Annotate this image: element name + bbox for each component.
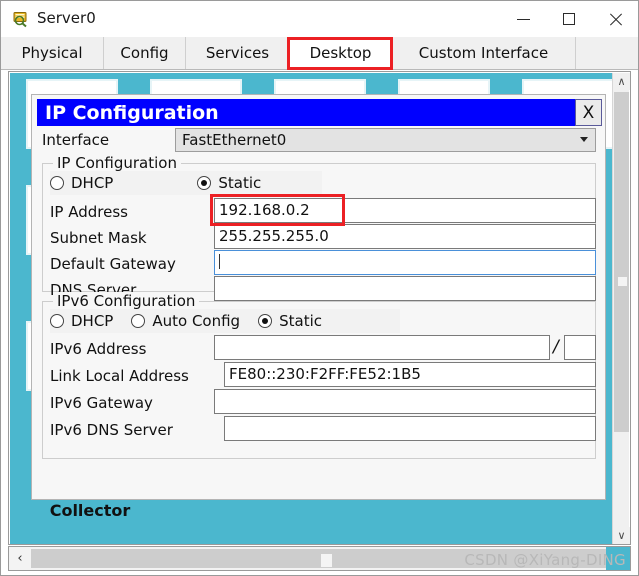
horizontal-scrollbar[interactable]: ‹ <box>8 546 631 571</box>
tab-label: Config <box>120 44 169 62</box>
scroll-left-icon[interactable]: ‹ <box>9 547 31 570</box>
ipv6-dhcp-radio[interactable] <box>50 314 64 328</box>
scrollbar-corner <box>606 547 630 570</box>
ipv6-autoconfig-label: Auto Config <box>152 312 241 330</box>
tab-label: Desktop <box>309 44 372 62</box>
ipv4-group-title: IP Configuration <box>53 154 181 172</box>
minimize-button[interactable] <box>500 1 546 37</box>
scrollbar-grip <box>618 277 627 286</box>
dialog-close-button[interactable]: X <box>575 99 602 126</box>
ipv6-prefix-input[interactable] <box>564 335 596 360</box>
ipv4-static-label: Static <box>218 174 262 192</box>
ipv6-address-input[interactable] <box>214 335 550 360</box>
link-local-address-label: Link Local Address <box>50 367 189 385</box>
tab-config[interactable]: Config <box>104 37 186 69</box>
default-gateway-label: Default Gateway <box>50 255 176 273</box>
chevron-down-icon <box>580 137 588 142</box>
horizontal-scrollbar-track[interactable] <box>31 549 606 568</box>
scroll-down-icon[interactable]: ∨ <box>613 527 630 544</box>
ipv4-mode-group: DHCP Static <box>50 171 322 195</box>
maximize-icon <box>563 13 575 25</box>
ipv6-gateway-label: IPv6 Gateway <box>50 394 153 412</box>
ipv6-gateway-input[interactable] <box>214 389 596 414</box>
vertical-scrollbar[interactable]: ∧ ∨ <box>612 73 630 544</box>
close-button[interactable] <box>592 1 638 37</box>
tab-services[interactable]: Services <box>186 37 290 69</box>
ipv4-dhcp-radio[interactable] <box>50 176 64 190</box>
close-icon <box>608 12 623 27</box>
ipv6-dhcp-label: DHCP <box>71 312 114 330</box>
ipv6-static-label: Static <box>279 312 322 330</box>
ipv4-static-radio[interactable] <box>197 176 212 190</box>
window-titlebar: Server0 <box>1 1 638 38</box>
interface-selected-value: FastEthernet0 <box>182 131 287 149</box>
ip-configuration-dialog: IP Configuration X Interface FastEtherne… <box>31 94 606 500</box>
dialog-titlebar: IP Configuration X <box>37 99 602 126</box>
link-local-address-input[interactable]: FE80::230:F2FF:FE52:1B5 <box>224 362 596 387</box>
ipv6-static-radio[interactable] <box>258 314 273 328</box>
server-window: Server0 Physical Config Services Desktop… <box>0 0 639 576</box>
ipv6-dns-server-label: IPv6 DNS Server <box>50 421 173 439</box>
server-magnifier-icon <box>13 12 27 28</box>
maximize-button[interactable] <box>546 1 592 37</box>
text-caret <box>219 254 220 269</box>
dialog-title: IP Configuration <box>45 102 219 124</box>
ipv6-address-label: IPv6 Address <box>50 340 147 358</box>
ip-address-input[interactable]: 192.168.0.2 <box>214 198 596 223</box>
desktop-tile-caption: Collector <box>49 501 131 520</box>
ipv6-dns-server-input[interactable] <box>224 416 596 441</box>
ipv6-mode-group: DHCP Auto Config Static <box>50 309 400 333</box>
tab-label: Custom Interface <box>418 44 549 62</box>
tab-custom-interface[interactable]: Custom Interface <box>392 37 576 69</box>
interface-label: Interface <box>42 131 110 149</box>
tab-desktop[interactable]: Desktop <box>290 37 392 69</box>
tab-label: Services <box>205 44 270 62</box>
ipv6-group-title: IPv6 Configuration <box>53 292 200 310</box>
tab-label: Physical <box>21 44 83 62</box>
ip-address-label: IP Address <box>50 203 128 221</box>
minimize-icon <box>516 18 530 20</box>
ipv6-prefix-separator: / <box>553 337 559 357</box>
interface-select[interactable]: FastEthernet0 <box>175 128 596 152</box>
vertical-scrollbar-thumb[interactable] <box>614 92 629 432</box>
ipv4-dhcp-label: DHCP <box>71 174 114 192</box>
horizontal-scrollbar-thumb[interactable] <box>321 554 332 567</box>
tab-bar: Physical Config Services Desktop Custom … <box>1 37 638 70</box>
subnet-mask-label: Subnet Mask <box>50 229 147 247</box>
window-title: Server0 <box>37 9 96 27</box>
scroll-up-icon[interactable]: ∧ <box>613 73 630 90</box>
ipv6-autoconfig-radio[interactable] <box>131 314 146 328</box>
subnet-mask-input[interactable]: 255.255.255.0 <box>214 224 596 249</box>
tab-physical[interactable]: Physical <box>1 37 104 69</box>
default-gateway-input[interactable] <box>214 250 596 275</box>
dns-server-input[interactable] <box>214 276 596 301</box>
